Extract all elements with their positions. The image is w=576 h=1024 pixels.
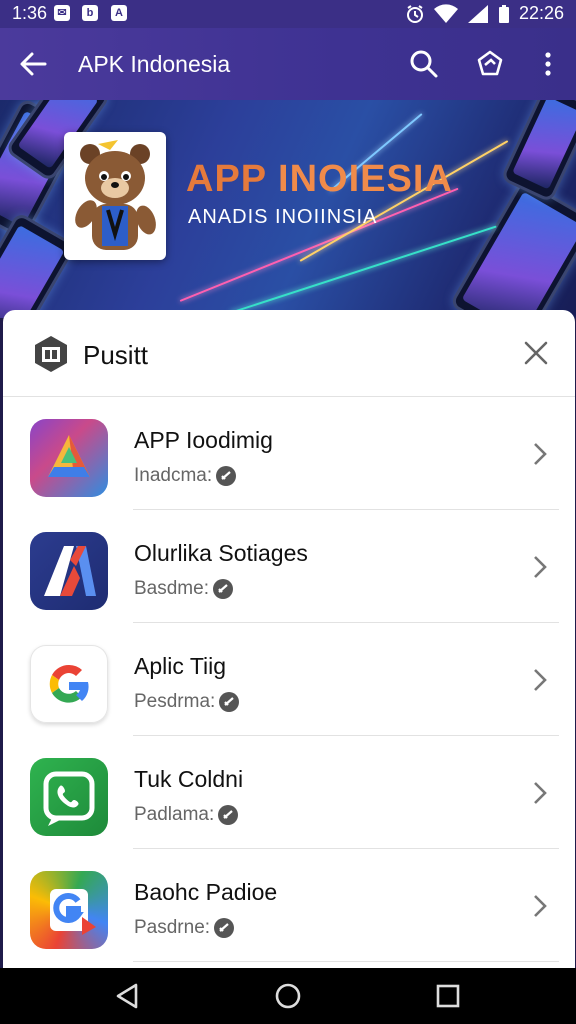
phone-chat-icon xyxy=(30,758,108,836)
list-item[interactable]: Baohc Padioe Pasdrne: xyxy=(3,849,575,962)
app-meta: Pasdrne: xyxy=(134,917,235,939)
google-g-icon xyxy=(30,645,108,723)
app-meta-label: Inadcma: xyxy=(134,465,213,486)
app-name: Olurlika Sotiages xyxy=(134,540,308,566)
sheet-title: Pusitt xyxy=(83,340,149,370)
headline-part2: INOIESIA xyxy=(278,158,453,200)
verified-icon xyxy=(214,918,235,938)
verified-icon xyxy=(212,579,233,599)
app-name: Baohc Padioe xyxy=(134,879,278,905)
list-item[interactable]: Tuk Coldni Padlama: xyxy=(3,736,575,849)
app-meta: Pesdrma: xyxy=(134,691,240,713)
chevron-right-icon xyxy=(534,556,547,578)
divider xyxy=(133,961,559,962)
banner-subtitle: ANADIS INOIINSIA xyxy=(188,206,378,228)
chevron-right-icon xyxy=(534,782,547,804)
app-meta-label: Padlama: xyxy=(134,804,215,825)
banner-headline: APP INOIESIA xyxy=(186,158,453,201)
page-title: APK Indonesia xyxy=(78,51,231,77)
back-triangle-icon[interactable] xyxy=(114,982,142,1010)
status-bar: 1:36 ✉ b A 22:26 xyxy=(0,0,576,28)
phone-illustration xyxy=(500,100,576,203)
app-name: Aplic Tiig xyxy=(134,653,227,679)
sheet-header: Pusitt xyxy=(3,310,575,397)
list-item[interactable]: Aplic Tiig Pesdrma: xyxy=(3,623,575,736)
share-icon[interactable] xyxy=(474,48,506,80)
system-nav-bar xyxy=(0,968,576,1024)
close-icon[interactable] xyxy=(523,340,549,366)
app-name: APP Ioodimig xyxy=(134,427,273,453)
bear-mascot-icon xyxy=(75,140,156,250)
mail-notification-icon: ✉ xyxy=(54,5,70,21)
app-meta: Basdme: xyxy=(134,578,233,600)
mascot-logo xyxy=(64,132,166,260)
app-meta: Padlama: xyxy=(134,804,239,826)
app-meta-label: Pasdrne: xyxy=(134,917,211,938)
app-meta-label: Basdme: xyxy=(134,578,209,599)
app-list-sheet: Pusitt APP Ioodimig Inadcma: Olurlika So… xyxy=(3,310,575,970)
signal-icon xyxy=(467,4,488,23)
recents-square-icon[interactable] xyxy=(434,982,462,1010)
b-notification-icon: b xyxy=(82,5,98,21)
app-name: Tuk Coldni xyxy=(134,766,244,792)
status-time-right: 22:26 xyxy=(518,3,564,23)
promo-banner[interactable]: APP INOIESIA ANADIS INOIINSIA xyxy=(0,100,576,318)
status-time: 1:36 xyxy=(12,3,48,23)
search-icon[interactable] xyxy=(408,48,440,80)
verified-icon xyxy=(216,466,237,486)
triangle-app-icon xyxy=(30,419,108,497)
g-play-icon xyxy=(30,871,108,949)
a-letter-app-icon xyxy=(30,532,108,610)
list-item[interactable]: APP Ioodimig Inadcma: xyxy=(3,397,575,510)
list-item[interactable]: Olurlika Sotiages Basdme: xyxy=(3,510,575,623)
home-circle-icon[interactable] xyxy=(274,982,302,1010)
app-meta-label: Pesdrma: xyxy=(134,691,216,712)
chevron-right-icon xyxy=(534,895,547,917)
app-box-icon xyxy=(35,336,67,372)
wifi-icon xyxy=(433,3,458,23)
more-vert-icon[interactable] xyxy=(532,48,564,80)
app-bar: APK Indonesia xyxy=(0,28,576,100)
a-notification-icon: A xyxy=(111,5,127,21)
app-meta: Inadcma: xyxy=(134,465,237,487)
chevron-right-icon xyxy=(534,443,547,465)
verified-icon xyxy=(219,692,240,712)
arrow-left-icon[interactable] xyxy=(18,50,48,78)
alarm-icon xyxy=(406,4,423,23)
battery-icon xyxy=(498,4,509,23)
headline-part1: APP xyxy=(186,158,279,200)
verified-icon xyxy=(218,805,239,825)
chevron-right-icon xyxy=(534,669,547,691)
phone-illustration xyxy=(449,178,576,318)
